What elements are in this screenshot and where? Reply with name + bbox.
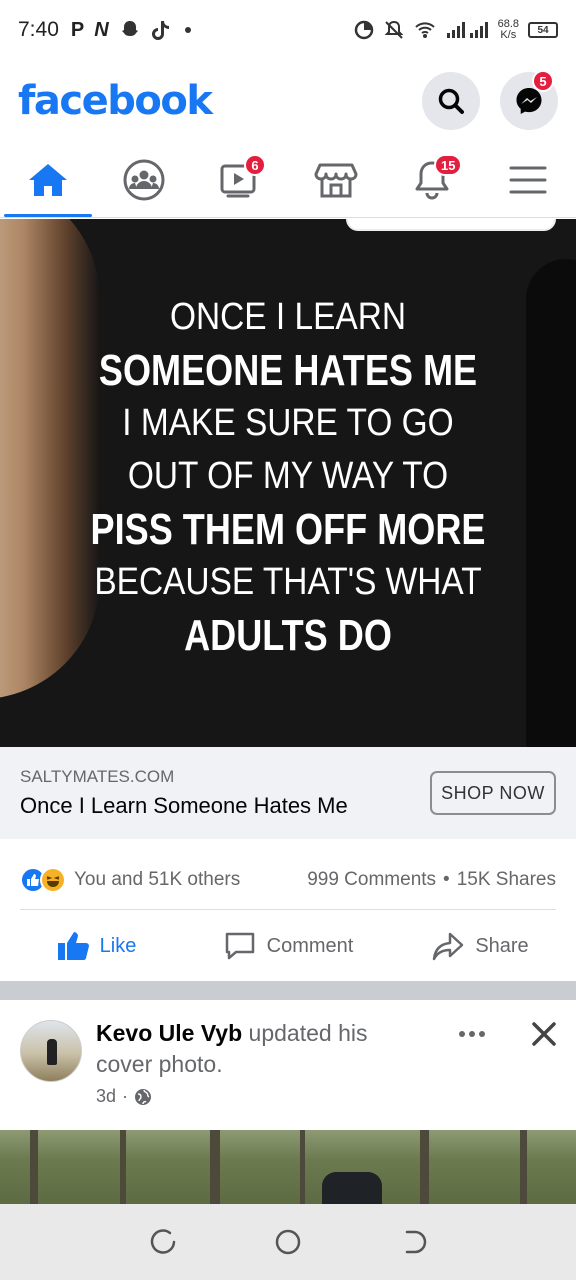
like-label: Like	[99, 934, 137, 957]
quote-line-7: ADULTS DO	[184, 611, 392, 660]
network-speed: 68.8 K/s	[498, 19, 519, 41]
snapchat-icon	[121, 21, 138, 36]
tree-decoration	[420, 1130, 429, 1204]
quote-line-1: ONCE I LEARN	[169, 296, 406, 338]
meta-separator: ·	[122, 1086, 129, 1106]
share-icon	[433, 932, 464, 961]
image-collar-decoration	[346, 219, 556, 231]
battery-icon: 54	[528, 22, 558, 38]
comment-icon	[225, 932, 254, 960]
shirt-quote-text: ONCE I LEARN SOMEONE HATES ME I MAKE SUR…	[0, 291, 576, 662]
quote-line-3: I MAKE SURE TO GO	[122, 402, 454, 444]
globe-icon	[135, 1088, 152, 1105]
tree-decoration	[30, 1130, 38, 1204]
share-count[interactable]: 15K Shares	[457, 869, 556, 891]
haha-reaction-icon	[40, 866, 66, 893]
reaction-icons[interactable]	[20, 866, 66, 893]
tiktok-icon	[151, 21, 169, 40]
store-icon	[314, 163, 358, 197]
person-decoration	[322, 1172, 382, 1204]
home-icon	[29, 163, 67, 196]
facebook-logo[interactable]: facebook	[18, 78, 213, 124]
close-icon	[532, 1022, 556, 1046]
messenger-button[interactable]: 5	[500, 70, 558, 130]
quote-line-5: PISS THEM OFF MORE	[90, 505, 486, 554]
thumbs-up-icon	[57, 932, 89, 960]
status-right: 68.8 K/s 54	[354, 19, 558, 41]
groups-icon	[123, 159, 165, 200]
tab-home[interactable]	[0, 142, 96, 217]
tree-decoration	[300, 1130, 305, 1204]
like-button[interactable]: Like	[0, 911, 192, 981]
hide-post-button[interactable]	[526, 1016, 562, 1052]
search-icon	[438, 88, 464, 114]
n-app-icon: N	[94, 18, 109, 41]
messenger-badge: 5	[532, 70, 554, 92]
count-separator: •	[443, 868, 450, 890]
reactions-summary: You and 51K others 999 Comments • 15K Sh…	[20, 850, 556, 910]
feed-separator	[0, 981, 576, 1000]
share-label: Share	[475, 934, 529, 957]
main-tab-bar: 6 15	[0, 142, 576, 218]
feed-post: Kevo Ule Vyb updated his cover photo. 3d…	[0, 1000, 576, 1130]
dot-icon	[459, 1031, 465, 1037]
shop-now-button[interactable]: SHOP NOW	[430, 771, 556, 815]
notifications-badge: 15	[434, 154, 463, 176]
avatar-person	[47, 1039, 57, 1065]
system-nav-bar	[0, 1204, 576, 1280]
recents-icon[interactable]	[148, 1227, 178, 1257]
home-nav-icon[interactable]	[273, 1227, 303, 1257]
dot-icon	[479, 1031, 485, 1037]
back-icon[interactable]	[398, 1227, 428, 1257]
signal-icon	[446, 22, 488, 38]
tab-watch[interactable]: 6	[192, 142, 288, 217]
share-button[interactable]: Share	[384, 911, 576, 981]
tree-decoration	[210, 1130, 220, 1204]
tab-marketplace[interactable]	[288, 142, 384, 217]
ad-link-preview[interactable]: SALTYMATES.COM Once I Learn Someone Hate…	[0, 747, 576, 839]
tab-groups[interactable]	[96, 142, 192, 217]
comment-button[interactable]: Comment	[192, 911, 384, 981]
tree-decoration	[120, 1130, 126, 1204]
tab-menu[interactable]	[480, 142, 576, 217]
dot-icon	[469, 1031, 475, 1037]
more-notifications-dot	[184, 27, 191, 33]
tab-notifications[interactable]: 15	[384, 142, 480, 217]
tree-decoration	[520, 1130, 527, 1204]
post-image[interactable]: ONCE I LEARN SOMEONE HATES ME I MAKE SUR…	[0, 219, 576, 747]
post-author-name[interactable]: Kevo Ule Vyb	[96, 1020, 242, 1046]
menu-icon	[509, 166, 547, 193]
cover-photo-image[interactable]	[0, 1130, 576, 1204]
reaction-count[interactable]: You and 51K others	[74, 869, 240, 891]
watch-badge: 6	[244, 154, 266, 176]
network-speed-unit: K/s	[500, 29, 517, 41]
battery-level: 54	[537, 24, 549, 36]
bell-muted-icon	[384, 20, 403, 39]
app-header: facebook 5	[0, 60, 576, 142]
post-time[interactable]: 3d	[96, 1086, 116, 1107]
avatar[interactable]	[20, 1020, 82, 1082]
comment-label: Comment	[266, 934, 354, 957]
search-button[interactable]	[422, 72, 480, 130]
quote-line-4: OUT OF MY WAY TO	[127, 455, 449, 497]
post-options-button[interactable]	[452, 1022, 492, 1046]
quote-line-6: BECAUSE THAT'S WHAT	[94, 561, 482, 603]
status-bar: 7:40 P N 68.8 K/s 54	[0, 0, 576, 60]
status-app-icons: P N	[71, 19, 191, 42]
comment-count[interactable]: 999 Comments	[307, 869, 436, 891]
data-saver-icon	[354, 20, 373, 40]
post-actions: Like Comment Share	[0, 911, 576, 981]
quote-line-2: SOMEONE HATES ME	[98, 346, 478, 395]
status-time: 7:40	[18, 18, 59, 41]
post-headline: Kevo Ule Vyb updated his cover photo.	[96, 1018, 426, 1080]
wifi-icon	[414, 22, 435, 38]
p-app-icon: P	[70, 18, 85, 41]
post-meta: 3d ·	[96, 1086, 152, 1107]
